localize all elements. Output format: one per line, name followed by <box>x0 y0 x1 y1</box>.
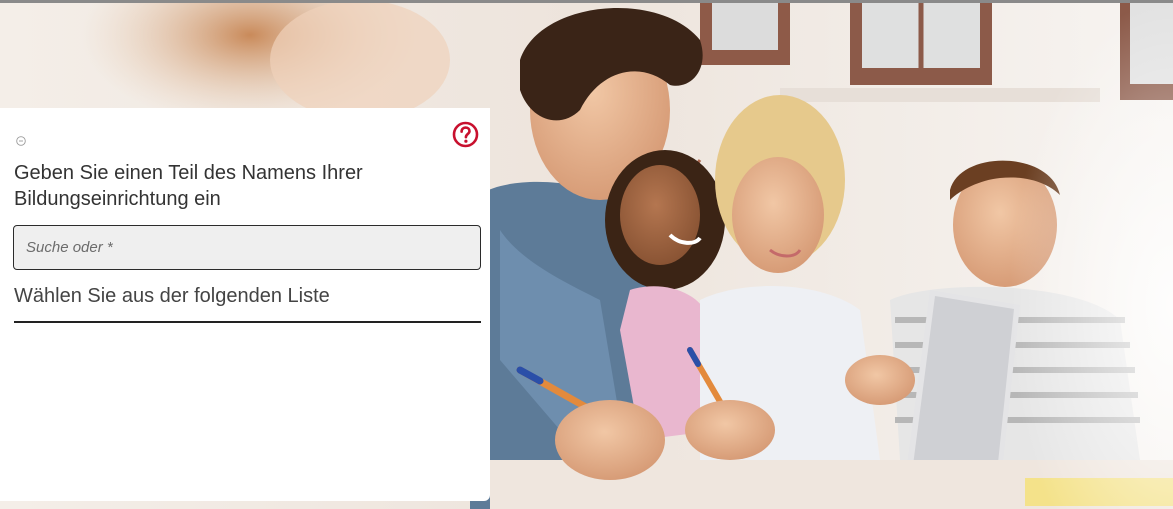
question-circle-icon[interactable] <box>452 121 479 148</box>
institution-search-field[interactable] <box>13 225 481 270</box>
institution-search-input[interactable] <box>14 226 480 269</box>
institution-select-label: Wählen Sie aus der folgenden Liste <box>14 285 330 307</box>
top-border <box>0 0 1173 3</box>
institution-select-dropdown[interactable]: Wählen Sie aus der folgenden Liste <box>14 281 481 323</box>
circle-collapse-icon[interactable] <box>16 136 26 146</box>
login-page: Geben Sie einen Teil des Namens Ihrer Bi… <box>0 0 1173 509</box>
institution-search-panel: Geben Sie einen Teil des Namens Ihrer Bi… <box>0 108 490 501</box>
institution-prompt: Geben Sie einen Teil des Namens Ihrer Bi… <box>14 162 363 210</box>
